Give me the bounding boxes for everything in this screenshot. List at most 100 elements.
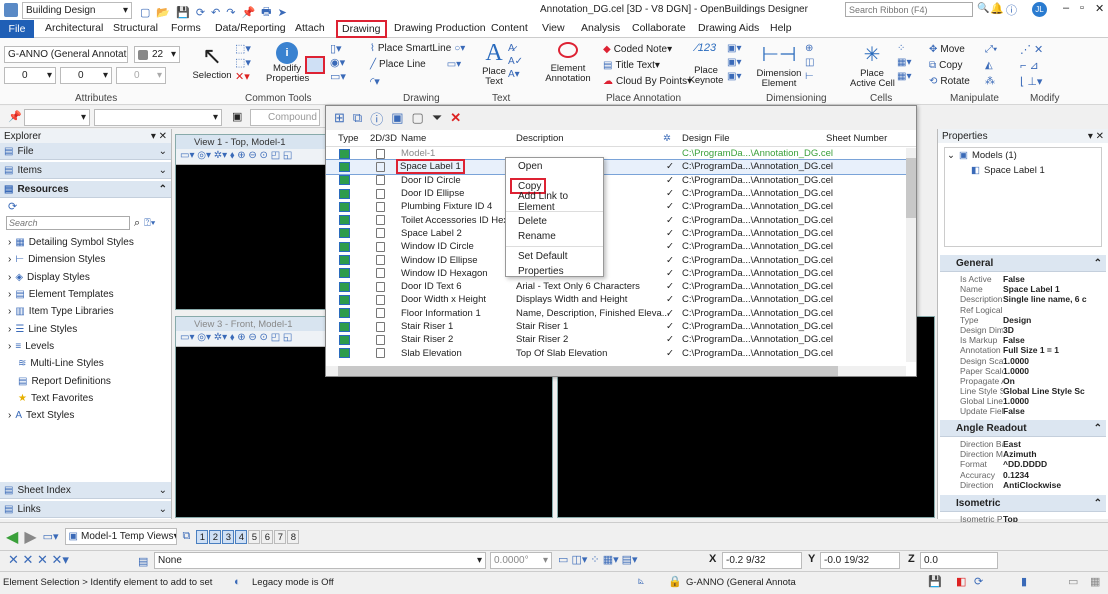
table-row[interactable]: Door ID Ellipse ✓ C:\ProgramDa...\Annotati… xyxy=(326,187,916,200)
col-name[interactable]: Name xyxy=(401,133,426,144)
table-row[interactable]: Slab Elevation Top Of Slab Elevation ✓ C:\P… xyxy=(326,346,916,359)
minimize-icon[interactable]: – xyxy=(1063,2,1069,14)
rotate-button[interactable]: ⟲ Rotate xyxy=(929,74,970,90)
property-row[interactable]: Design Dime3D xyxy=(960,325,1096,335)
menu-properties[interactable]: Properties xyxy=(506,264,603,279)
level-dropdown[interactable]: G-ANNO (General Annotation▾ xyxy=(4,46,128,63)
tab-drawing[interactable]: Drawing xyxy=(336,20,387,38)
view-tools-icon[interactable]: ▭▾ ◎▾ ✲▾ ⬧ ⊕ ⊖ ⊙ ◰ ◱ xyxy=(176,150,292,161)
snap-mode-icon[interactable]: ⦝ xyxy=(638,575,644,588)
match-attributes-button[interactable] xyxy=(305,56,325,74)
tab-view[interactable]: View xyxy=(542,22,565,34)
compound-dropdown[interactable]: Compound xyxy=(250,109,320,126)
line-style-dropdown[interactable]: 0 ▾ xyxy=(4,67,56,84)
x-field[interactable]: -0.2 9/32 xyxy=(722,552,802,569)
table-row[interactable]: Floor Information 1 Name, Description, Fi… xyxy=(326,307,916,320)
menu-open[interactable]: Open xyxy=(506,159,603,174)
notification-icon[interactable]: 🔔 xyxy=(990,2,1004,15)
snap-icons[interactable]: ✕ ✕ ✕ ✕▾ xyxy=(8,552,69,568)
dim-radial-icon[interactable]: ⊢ xyxy=(805,70,814,84)
table-row[interactable]: Window ID Circle ✓ C:\ProgramDa...\Annotat… xyxy=(326,240,916,253)
selection-button[interactable]: ↖ Selection xyxy=(192,42,232,81)
explorer-section-items[interactable]: ▤ Items ⌄ xyxy=(0,162,171,179)
mirror-icon[interactable]: ◭ xyxy=(985,58,997,74)
scrollbar-thumb[interactable] xyxy=(906,158,916,218)
tab-help[interactable]: Help xyxy=(770,22,792,34)
expand-icon[interactable]: › xyxy=(8,237,11,248)
tab-data-reporting[interactable]: Data/Reporting xyxy=(215,22,286,34)
tree-item-item-type-libraries[interactable]: › ▥ Item Type Libraries xyxy=(0,303,171,320)
property-row[interactable]: Type Design xyxy=(960,315,1096,325)
open-file-icon[interactable]: 📂 xyxy=(156,6,170,19)
property-row[interactable]: Ref Logical xyxy=(960,305,1096,315)
status-window-icon[interactable]: ▭ xyxy=(1068,575,1078,588)
ribbon-search-input[interactable] xyxy=(845,2,973,17)
search-options-icon[interactable]: ⍰▾ xyxy=(144,217,155,230)
tree-item-element-templates[interactable]: › ▤ Element Templates xyxy=(0,286,171,303)
tab-file[interactable]: File xyxy=(0,20,34,38)
cell-drop-icon[interactable]: ▦▾ xyxy=(897,70,911,84)
view-button-1[interactable]: 1 xyxy=(196,529,209,544)
filter-icon[interactable]: ⏷ xyxy=(432,110,442,126)
vertical-scrollbar[interactable] xyxy=(906,148,916,362)
hscrollbar-thumb[interactable] xyxy=(338,366,838,376)
view-button-2[interactable]: 2 xyxy=(209,529,222,544)
modify-properties-button[interactable]: i Modify Properties xyxy=(266,42,309,84)
refresh-icon[interactable]: ⟳ xyxy=(0,198,171,216)
view-button-6[interactable]: 6 xyxy=(261,529,274,544)
save-status-icon[interactable]: 💾 xyxy=(928,575,942,588)
trim-icon[interactable]: ⋰ ✕ xyxy=(1020,42,1043,58)
property-row[interactable]: Global Line 1.0000 xyxy=(960,396,1096,406)
col-type[interactable]: Type xyxy=(338,133,359,144)
create-model-icon[interactable]: ⊞ xyxy=(334,110,345,126)
line-weight-dropdown[interactable]: 0 ▾ xyxy=(60,67,112,84)
dim-angle-icon[interactable]: ◫ xyxy=(805,56,814,70)
delete-icon[interactable]: ✕▾ xyxy=(235,70,251,84)
place-active-cell-button[interactable]: ✳ Place Active Cell xyxy=(850,42,895,89)
table-row[interactable]: Door ID Circle ✓ C:\ProgramDa...\Annotatio… xyxy=(326,174,916,187)
property-row[interactable]: Paper Scale 1.0000 xyxy=(960,366,1096,376)
table-row[interactable]: Window ID Ellipse ✓ C:\ProgramDa...\Annota… xyxy=(326,253,916,266)
property-row[interactable]: Name Space Label 1 xyxy=(960,284,1096,294)
tab-attach[interactable]: Attach xyxy=(295,22,325,34)
menu-delete[interactable]: Delete xyxy=(506,214,603,229)
settings-icon[interactable]: ✲ xyxy=(663,133,671,144)
cloud-by-points-button[interactable]: ☁ Cloud By Points ▾ xyxy=(603,74,692,90)
tab-analysis[interactable]: Analysis xyxy=(581,22,620,34)
collapse-icon[interactable]: ⌄ xyxy=(947,150,955,161)
workspace-dropdown[interactable]: Building Design ▾ xyxy=(22,2,132,19)
property-row[interactable]: Line Style S Global Line Style Sc xyxy=(960,386,1096,396)
paint-icon[interactable]: ▭▾ xyxy=(330,70,346,84)
scale-icon[interactable]: ⤢▾ xyxy=(985,42,997,58)
cell-grid-icon[interactable]: ⁘ xyxy=(897,42,911,56)
place-smartline-button[interactable]: ⌇ Place SmartLine ○▾ xyxy=(370,43,465,54)
text-style-icon[interactable]: A▾ xyxy=(508,68,523,81)
user-avatar[interactable]: JL xyxy=(1032,2,1047,17)
dim-linear-icon[interactable]: ⊕ xyxy=(805,42,814,56)
tab-content[interactable]: Content xyxy=(491,22,528,34)
property-row[interactable]: Propagate A On xyxy=(960,376,1096,386)
copy-button[interactable]: ⧉ Copy xyxy=(929,58,970,74)
color-dropdown[interactable]: 22 ▾ xyxy=(134,46,180,63)
isometric-section-header[interactable]: Isometric ⌃ xyxy=(940,495,1106,512)
fence-icon[interactable]: ⬚▾ xyxy=(235,56,251,70)
table-row[interactable]: Door ID Text 6 Arial - Text Only 6 Charac… xyxy=(326,280,916,293)
element-annotation-button[interactable]: Element Annotation xyxy=(540,42,596,84)
tab-forms[interactable]: Forms xyxy=(171,22,201,34)
close-icon[interactable]: ✕ xyxy=(1095,2,1104,15)
view-button-3[interactable]: 3 xyxy=(222,529,235,544)
horizontal-scrollbar[interactable] xyxy=(326,366,906,376)
copy-attributes-icon[interactable]: ▯▾ xyxy=(330,42,346,56)
dimension-element-button[interactable]: ⊢⊣ Dimension Element xyxy=(756,42,802,89)
expand-icon[interactable]: › xyxy=(8,306,11,317)
place-line-button[interactable]: ╱ Place Line ▭▾ xyxy=(370,59,461,70)
tree-item-text-favorites[interactable]: ★ Text Favorites xyxy=(0,390,171,407)
view-windows-icon[interactable]: ⧉ xyxy=(183,530,191,543)
angle-readout-section-header[interactable]: Angle Readout ⌃ xyxy=(940,420,1106,437)
tree-item-levels[interactable]: › ≡ Levels xyxy=(0,338,171,355)
table-row[interactable]: Door Width x Height Displays Width and He… xyxy=(326,293,916,306)
explorer-pin-icon[interactable]: ▾ ✕ xyxy=(151,131,167,142)
property-row[interactable]: Direction Ba East xyxy=(960,439,1096,449)
accudraw-icons[interactable]: ▭ ◫▾ ⁘ ▦▾ ▤▾ xyxy=(558,553,638,566)
expand-icon[interactable]: › xyxy=(8,289,11,300)
